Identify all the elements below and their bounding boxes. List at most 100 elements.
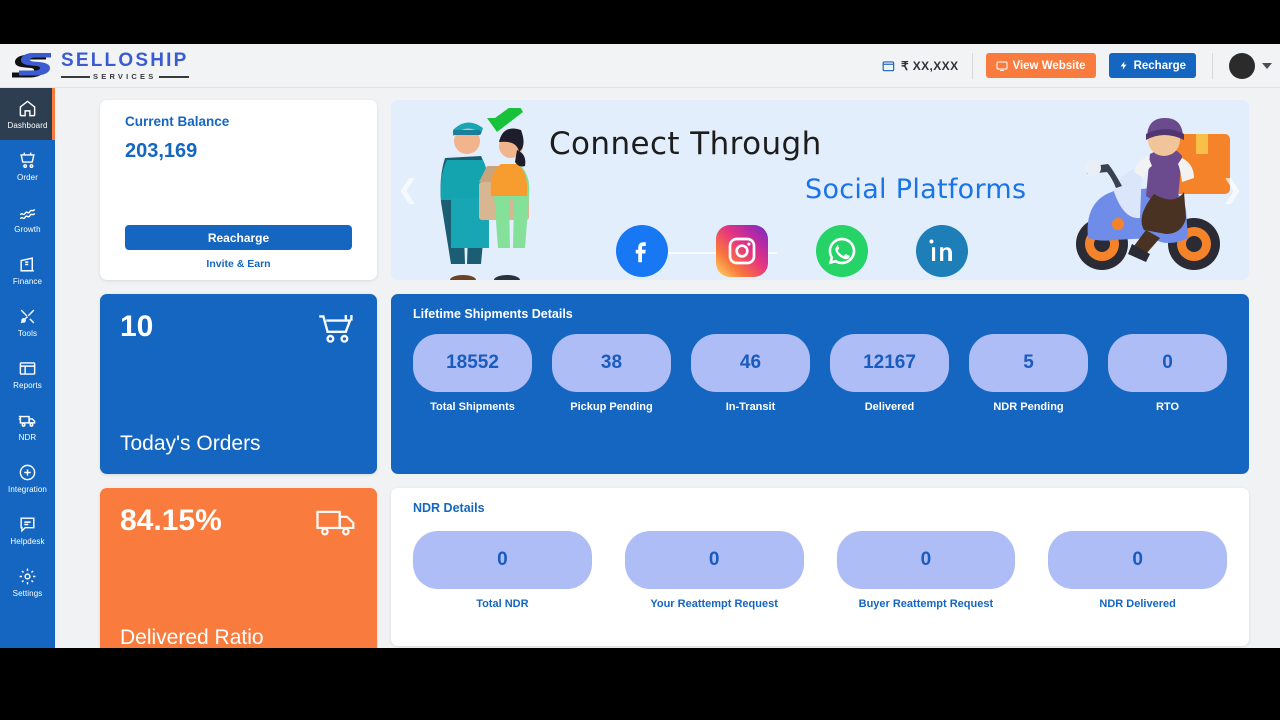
chevron-right-icon[interactable]: ❯ bbox=[1221, 177, 1243, 203]
current-balance-card: Current Balance 203,169 Reacharge Invite… bbox=[100, 100, 377, 280]
chevron-left-icon[interactable]: ❮ bbox=[397, 177, 419, 203]
brand-logo[interactable]: SELLOSHIP SERVICES bbox=[0, 49, 189, 81]
reports-icon bbox=[19, 361, 36, 375]
invite-earn-link[interactable]: Invite & Earn bbox=[125, 258, 352, 270]
user-menu[interactable] bbox=[1212, 52, 1272, 79]
sidebar-label-growth: Growth bbox=[14, 224, 41, 234]
stat-label: NDR Pending bbox=[993, 401, 1064, 413]
whatsapp-icon[interactable] bbox=[816, 225, 868, 277]
delivered-ratio-value: 84.15% bbox=[120, 504, 222, 537]
browser-viewport: SELLOSHIP SERVICES ₹ XX,XXX View Website… bbox=[0, 44, 1280, 648]
ndr-stat-label: Buyer Reattempt Request bbox=[858, 598, 994, 610]
banner-illustration-scooter bbox=[1076, 118, 1230, 270]
top-row: Current Balance 203,169 Reacharge Invite… bbox=[100, 100, 1249, 648]
sidebar-item-reports[interactable]: Reports bbox=[0, 348, 55, 400]
sidebar-item-finance[interactable]: Finance bbox=[0, 244, 55, 296]
gear-icon bbox=[19, 568, 36, 584]
sidebar-label-integration: Integration bbox=[8, 484, 47, 494]
stat-ndr-pending: 5 NDR Pending bbox=[969, 334, 1088, 413]
stat-label: In-Transit bbox=[725, 401, 776, 413]
ndr-stat-ndr-delivered: 0 NDR Delivered bbox=[1048, 531, 1227, 610]
logo-rule-right bbox=[159, 75, 189, 78]
app-header: SELLOSHIP SERVICES ₹ XX,XXX View Website… bbox=[0, 44, 1280, 88]
selloship-logo-icon bbox=[12, 52, 51, 77]
left-column: Current Balance 203,169 Reacharge Invite… bbox=[100, 100, 377, 648]
todays-orders-label: Today's Orders bbox=[120, 432, 261, 455]
stat-value[interactable]: 46 bbox=[691, 334, 810, 392]
stat-value[interactable]: 5 bbox=[969, 334, 1088, 392]
instagram-icon[interactable] bbox=[716, 225, 768, 277]
stat-in-transit: 46 In-Transit bbox=[691, 334, 810, 413]
main-content: Current Balance 203,169 Reacharge Invite… bbox=[55, 88, 1280, 648]
cart-icon bbox=[319, 315, 353, 343]
ndr-stat-label: Your Reattempt Request bbox=[650, 598, 778, 610]
ndr-details-stats: 0 Total NDR 0 Your Reattempt Request 0 B… bbox=[413, 531, 1227, 610]
stat-pickup-pending: 38 Pickup Pending bbox=[552, 334, 671, 413]
ndr-stat-label: NDR Delivered bbox=[1099, 598, 1176, 610]
bolt-icon bbox=[1120, 61, 1127, 70]
todays-orders-card[interactable]: 10 Today's Orders bbox=[100, 294, 377, 474]
facebook-icon[interactable] bbox=[616, 225, 668, 277]
view-website-label: View Website bbox=[1012, 59, 1086, 72]
wallet-icon bbox=[882, 60, 895, 71]
monitor-icon bbox=[996, 61, 1007, 71]
sidebar-label-reports: Reports bbox=[13, 380, 42, 390]
stat-rto: 0 RTO bbox=[1108, 334, 1227, 413]
sidebar-label-finance: Finance bbox=[12, 276, 43, 286]
sidebar-label-helpdesk: Helpdesk bbox=[10, 536, 45, 546]
wallet-balance[interactable]: ₹ XX,XXX bbox=[878, 52, 973, 79]
sidebar-item-settings[interactable]: Settings bbox=[0, 556, 55, 608]
stat-value[interactable]: 18552 bbox=[413, 334, 532, 392]
sidebar-item-integration[interactable]: Integration bbox=[0, 452, 55, 504]
banner-subtitle: Social Platforms bbox=[805, 174, 1027, 205]
banner-title: Connect Through bbox=[549, 126, 822, 162]
ndr-stat-value[interactable]: 0 bbox=[413, 531, 592, 589]
social-icons bbox=[616, 225, 968, 277]
ndr-stat-buyer-reattempt-request: 0 Buyer Reattempt Request bbox=[836, 531, 1016, 610]
todays-orders-value: 10 bbox=[120, 310, 154, 343]
balance-amount: 203,169 bbox=[125, 140, 198, 162]
ndr-stat-value[interactable]: 0 bbox=[624, 531, 804, 589]
header-actions: ₹ XX,XXX View Website Recharge bbox=[878, 44, 1280, 88]
letterbox-top bbox=[0, 0, 1280, 44]
stat-label: Total Shipments bbox=[430, 401, 515, 413]
stat-label: Pickup Pending bbox=[570, 401, 653, 413]
recharge-header-label: Recharge bbox=[1133, 59, 1186, 72]
cart-icon bbox=[20, 152, 35, 168]
logo-subtitle: SERVICES bbox=[93, 71, 157, 81]
ndr-stat-your-reattempt-request: 0 Your Reattempt Request bbox=[624, 531, 804, 610]
sidebar-label-ndr: NDR bbox=[18, 432, 37, 442]
sidebar-item-tools[interactable]: Tools bbox=[0, 296, 55, 348]
stat-delivered: 12167 Delivered bbox=[830, 334, 949, 413]
sidebar-item-dashboard[interactable]: Dashboard bbox=[0, 88, 55, 140]
stat-value[interactable]: 0 bbox=[1108, 334, 1227, 392]
stat-value[interactable]: 38 bbox=[552, 334, 671, 392]
right-column: Connect Through Social Platforms ❮ ❯ Lif… bbox=[391, 100, 1249, 648]
avatar bbox=[1229, 52, 1255, 79]
promo-banner[interactable]: Connect Through Social Platforms ❮ ❯ bbox=[391, 100, 1249, 280]
ndr-stat-value[interactable]: 0 bbox=[836, 531, 1016, 589]
sidebar-item-growth[interactable]: Growth bbox=[0, 192, 55, 244]
linkedin-icon[interactable] bbox=[916, 225, 968, 277]
sidebar-item-ndr[interactable]: NDR bbox=[0, 400, 55, 452]
ndr-details-title: NDR Details bbox=[413, 501, 485, 515]
recharge-button[interactable]: Reacharge bbox=[125, 225, 352, 250]
banner-illustration-handoff bbox=[440, 108, 530, 280]
ndr-stat-label: Total NDR bbox=[476, 598, 529, 610]
view-website-button[interactable]: View Website bbox=[985, 53, 1096, 78]
stat-value[interactable]: 12167 bbox=[830, 334, 949, 392]
sidebar-item-order[interactable]: Order bbox=[0, 140, 55, 192]
delivered-ratio-card[interactable]: 84.15% Delivered Ratio bbox=[100, 488, 377, 648]
sidebar-label-settings: Settings bbox=[12, 588, 43, 598]
sidebar: Dashboard Order Growth Finance Tools Rep… bbox=[0, 88, 55, 648]
sidebar-item-helpdesk[interactable]: Helpdesk bbox=[0, 504, 55, 556]
finance-icon bbox=[20, 256, 34, 272]
logo-name: SELLOSHIP bbox=[61, 49, 189, 71]
ndr-stat-value[interactable]: 0 bbox=[1048, 531, 1227, 589]
growth-icon bbox=[19, 208, 36, 219]
lifetime-shipments-panel: Lifetime Shipments Details 18552 Total S… bbox=[391, 294, 1249, 474]
chevron-down-icon bbox=[1262, 62, 1272, 69]
stat-label: RTO bbox=[1155, 401, 1180, 413]
ndr-details-panel: NDR Details 0 Total NDR 0 Your Reattempt… bbox=[391, 488, 1249, 646]
recharge-header-button[interactable]: Recharge bbox=[1108, 53, 1196, 78]
